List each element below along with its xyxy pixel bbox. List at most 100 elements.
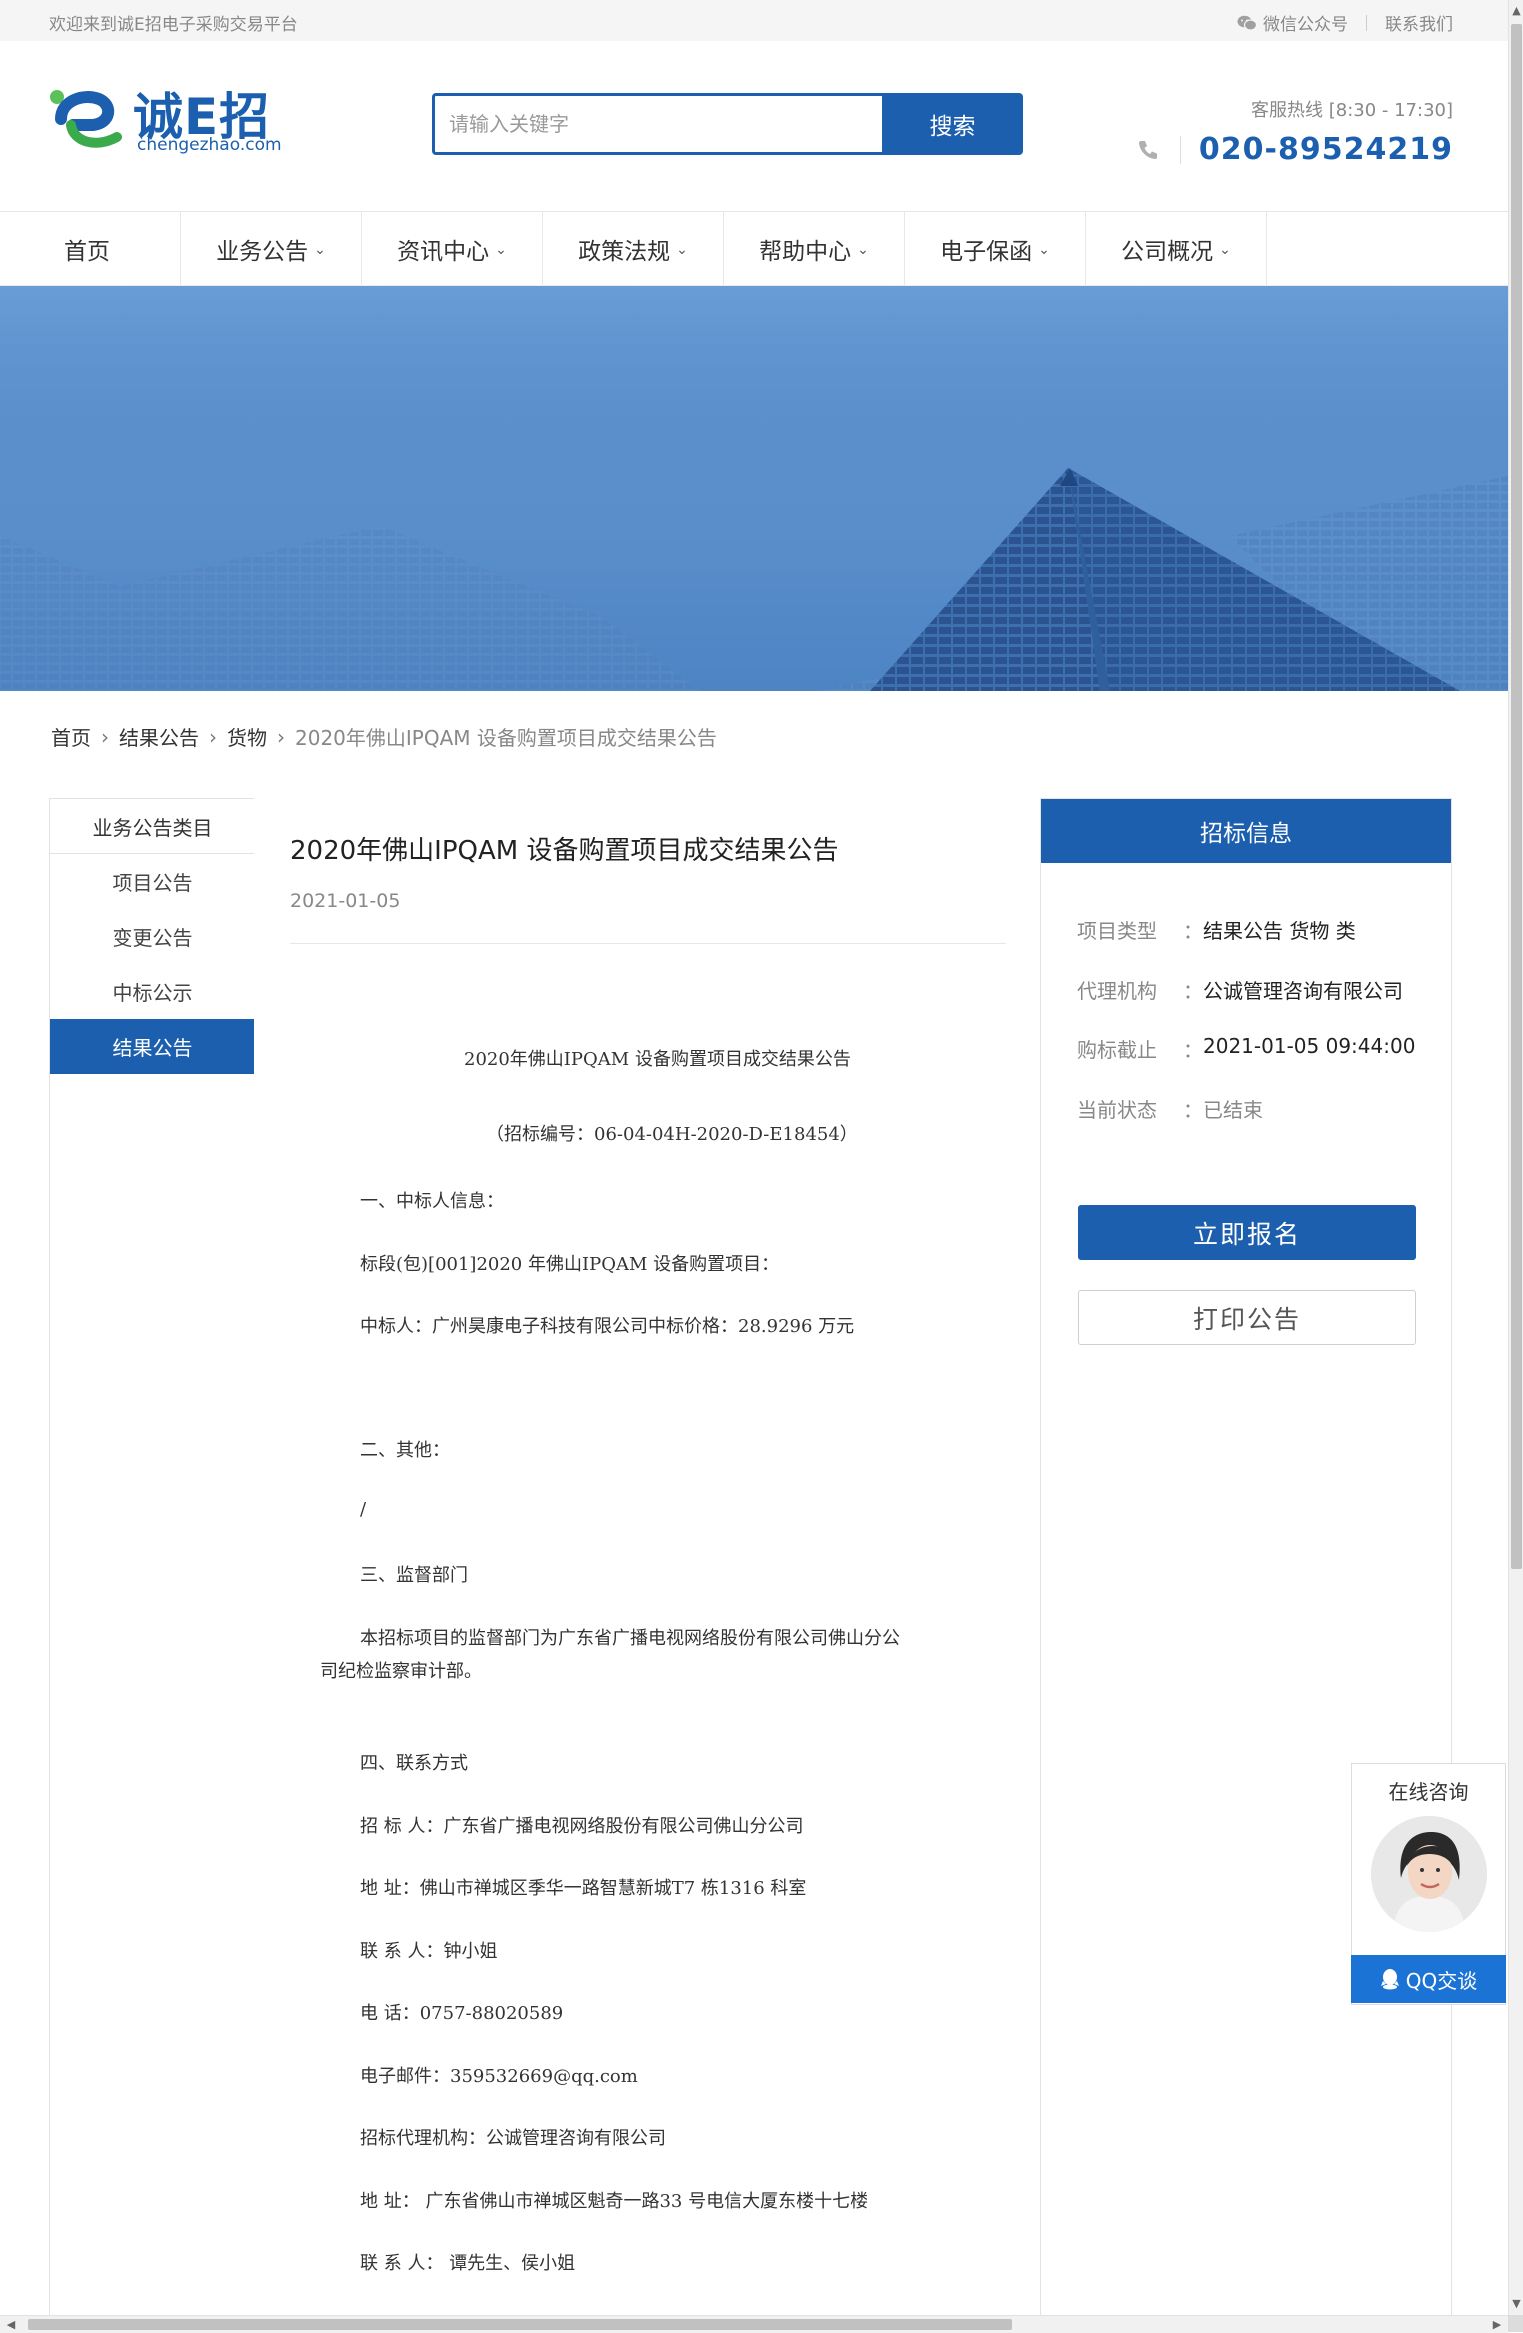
hotline-phone: 020-89524219 xyxy=(1136,132,1453,167)
sidebar-item-award-publicity[interactable]: 中标公示 xyxy=(50,964,255,1019)
info-value: 公诚管理咨询有限公司 xyxy=(1203,979,1403,1003)
scroll-thumb[interactable] xyxy=(1511,24,1522,1569)
scroll-left-icon[interactable]: ◀ xyxy=(2,2316,20,2333)
vertical-scrollbar[interactable]: ▲ ▼ xyxy=(1508,0,1523,2315)
qq-chat-button[interactable]: QQ交谈 xyxy=(1351,1955,1506,2003)
top-links: 微信公众号 联系我们 xyxy=(1237,10,1453,35)
banner-building-image xyxy=(0,286,1508,691)
info-colon: ： xyxy=(1183,919,1203,943)
divider xyxy=(1179,135,1181,164)
info-key: 代理机构 xyxy=(1077,979,1157,1003)
nav-label: 业务公告 xyxy=(216,238,309,265)
chevron-down-icon: ⌄ xyxy=(495,241,507,258)
nav-item-policy[interactable]: 政策法规 ⌄ xyxy=(543,212,724,285)
logo[interactable]: 诚E招 chengezhao.com xyxy=(47,79,287,159)
nav-item-about[interactable]: 公司概况 ⌄ xyxy=(1086,212,1267,285)
doc-line: 一、中标人信息： xyxy=(360,1191,504,1212)
info-key: 购标截止 xyxy=(1077,1038,1157,1062)
wechat-icon xyxy=(1237,15,1257,31)
print-button[interactable]: 打印公告 xyxy=(1078,1290,1416,1345)
doc-line: 电子邮件：359532669@qq.com xyxy=(360,2066,638,2087)
welcome-text: 欢迎来到诚E招电子采购交易平台 xyxy=(49,15,298,35)
nav-item-notices[interactable]: 业务公告 ⌄ xyxy=(181,212,362,285)
doc-line: 中标人：广州昊康电子科技有限公司中标价格：28.9296 万元 xyxy=(360,1316,855,1337)
info-value: 2021-01-05 09:44:00 xyxy=(1203,1034,1416,1058)
breadcrumb-current: 2020年佛山IPQAM 设备购置项目成交结果公告 xyxy=(295,726,717,750)
scrollbar-corner xyxy=(1508,2315,1523,2332)
logo-url: chengezhao.com xyxy=(137,135,282,155)
nav-item-help[interactable]: 帮助中心 ⌄ xyxy=(724,212,905,285)
doc-line: 电 话：0757-88020589 xyxy=(360,2003,564,2024)
divider xyxy=(290,943,1006,944)
contact-link[interactable]: 联系我们 xyxy=(1385,10,1453,35)
breadcrumb-item[interactable]: 首页 xyxy=(51,722,91,751)
wechat-link[interactable]: 微信公众号 xyxy=(1237,10,1348,35)
breadcrumb-item[interactable]: 货物 xyxy=(227,722,267,751)
chevron-down-icon: ⌄ xyxy=(676,241,688,258)
info-colon: ： xyxy=(1183,1038,1203,1062)
doc-line: / xyxy=(360,1499,367,1520)
doc-line: 招标代理机构：公诚管理咨询有限公司 xyxy=(360,2128,666,2149)
banner xyxy=(0,286,1508,691)
article-title: 2020年佛山IPQAM 设备购置项目成交结果公告 xyxy=(290,836,839,866)
info-colon: ： xyxy=(1183,979,1203,1003)
nav-label: 资讯中心 xyxy=(397,238,490,265)
sidebar-item-change-notice[interactable]: 变更公告 xyxy=(50,909,255,964)
info-value: 结果公告 货物 类 xyxy=(1203,919,1356,943)
info-value: 已结束 xyxy=(1203,1098,1263,1122)
avatar xyxy=(1371,1816,1487,1932)
nav-item-e-guarantee[interactable]: 电子保函 ⌄ xyxy=(905,212,1086,285)
scroll-up-icon[interactable]: ▲ xyxy=(1509,2,1523,20)
doc-line: 四、联系方式 xyxy=(360,1753,468,1774)
doc-tender-number: （招标编号：06-04-04H-2020-D-E18454） xyxy=(486,1124,858,1145)
signup-button[interactable]: 立即报名 xyxy=(1078,1205,1416,1260)
horizontal-scrollbar[interactable]: ◀ ▶ xyxy=(0,2315,1508,2333)
breadcrumb-item[interactable]: 结果公告 xyxy=(119,722,199,751)
sidebar-item-result-notice[interactable]: 结果公告 xyxy=(50,1019,255,1074)
article-date: 2021-01-05 xyxy=(290,890,401,912)
scroll-down-icon[interactable]: ▼ xyxy=(1509,2295,1523,2313)
search-input[interactable] xyxy=(432,93,916,155)
chevron-right-icon: › xyxy=(277,724,285,749)
chevron-down-icon: ⌄ xyxy=(314,241,326,258)
doc-line: 地 址： 广东省佛山市禅城区魁奇一路33 号电信大厦东楼十七楼 xyxy=(360,2191,869,2212)
info-row-project-type: 项目类型 ： 结果公告 货物 类 xyxy=(1077,915,1356,944)
consult-title: 在线咨询 xyxy=(1388,1780,1469,1804)
category-sidebar: 业务公告类目 项目公告 变更公告 中标公示 结果公告 xyxy=(49,798,256,2315)
divider xyxy=(1366,14,1367,31)
scroll-thumb[interactable] xyxy=(28,2319,1012,2330)
doc-line: 本招标项目的监督部门为广东省广播电视网络股份有限公司佛山分公 xyxy=(360,1628,900,1649)
sidebar-title: 业务公告类目 xyxy=(50,799,255,854)
nav-item-home[interactable]: 首页 xyxy=(0,212,181,285)
doc-line: 标段(包)[001]2020 年佛山IPQAM 设备购置项目： xyxy=(360,1254,780,1275)
info-row-deadline: 购标截止 ： 2021-01-05 09:44:00 xyxy=(1077,1034,1415,1063)
header: 诚E招 chengezhao.com 搜索 客服热线 [8:30 - 17:30… xyxy=(0,41,1508,212)
info-key: 当前状态 xyxy=(1077,1098,1157,1122)
doc-line: 二、其他： xyxy=(360,1440,450,1461)
scroll-right-icon[interactable]: ▶ xyxy=(1488,2316,1506,2333)
nav-label: 电子保函 xyxy=(940,238,1033,265)
doc-line: 招 标 人：广东省广播电视网络股份有限公司佛山分公司 xyxy=(360,1816,804,1837)
search-button[interactable]: 搜索 xyxy=(882,93,1023,155)
qq-chat-label: QQ交谈 xyxy=(1405,1968,1478,1993)
tender-info-panel: 招标信息 项目类型 ： 结果公告 货物 类 代理机构 ： 公诚管理咨询有限公司 … xyxy=(1041,798,1452,2315)
chevron-down-icon: ⌄ xyxy=(1219,241,1231,258)
hotline: 客服热线 [8:30 - 17:30] 020-89524219 xyxy=(1136,96,1453,167)
chevron-right-icon: › xyxy=(101,724,109,749)
top-bar: 欢迎来到诚E招电子采购交易平台 微信公众号 联系我们 xyxy=(0,0,1508,42)
doc-line: 联 系 人：钟小姐 xyxy=(360,1941,498,1962)
article: 2020年佛山IPQAM 设备购置项目成交结果公告 2021-01-05 202… xyxy=(254,798,1041,2315)
nav-item-news[interactable]: 资讯中心 ⌄ xyxy=(362,212,543,285)
logo-mark xyxy=(50,90,122,148)
wechat-label: 微信公众号 xyxy=(1263,15,1348,35)
doc-line: 司纪检监察审计部。 xyxy=(320,1661,482,1682)
doc-heading: 2020年佛山IPQAM 设备购置项目成交结果公告 xyxy=(464,1049,851,1070)
sidebar-item-project-notice[interactable]: 项目公告 xyxy=(50,854,255,909)
chevron-down-icon: ⌄ xyxy=(857,241,869,258)
info-row-agency: 代理机构 ： 公诚管理咨询有限公司 xyxy=(1077,975,1403,1004)
info-key: 项目类型 xyxy=(1077,919,1157,943)
hotline-number: 020-89524219 xyxy=(1198,132,1453,167)
chevron-right-icon: › xyxy=(209,724,217,749)
main-nav: 首页 业务公告 ⌄ 资讯中心 ⌄ 政策法规 ⌄ 帮助中心 ⌄ 电子保函 ⌄ 公司概况 ⌄ xyxy=(0,212,1508,286)
page: 欢迎来到诚E招电子采购交易平台 微信公众号 联系我们 诚E招 chengezha… xyxy=(0,0,1508,2315)
